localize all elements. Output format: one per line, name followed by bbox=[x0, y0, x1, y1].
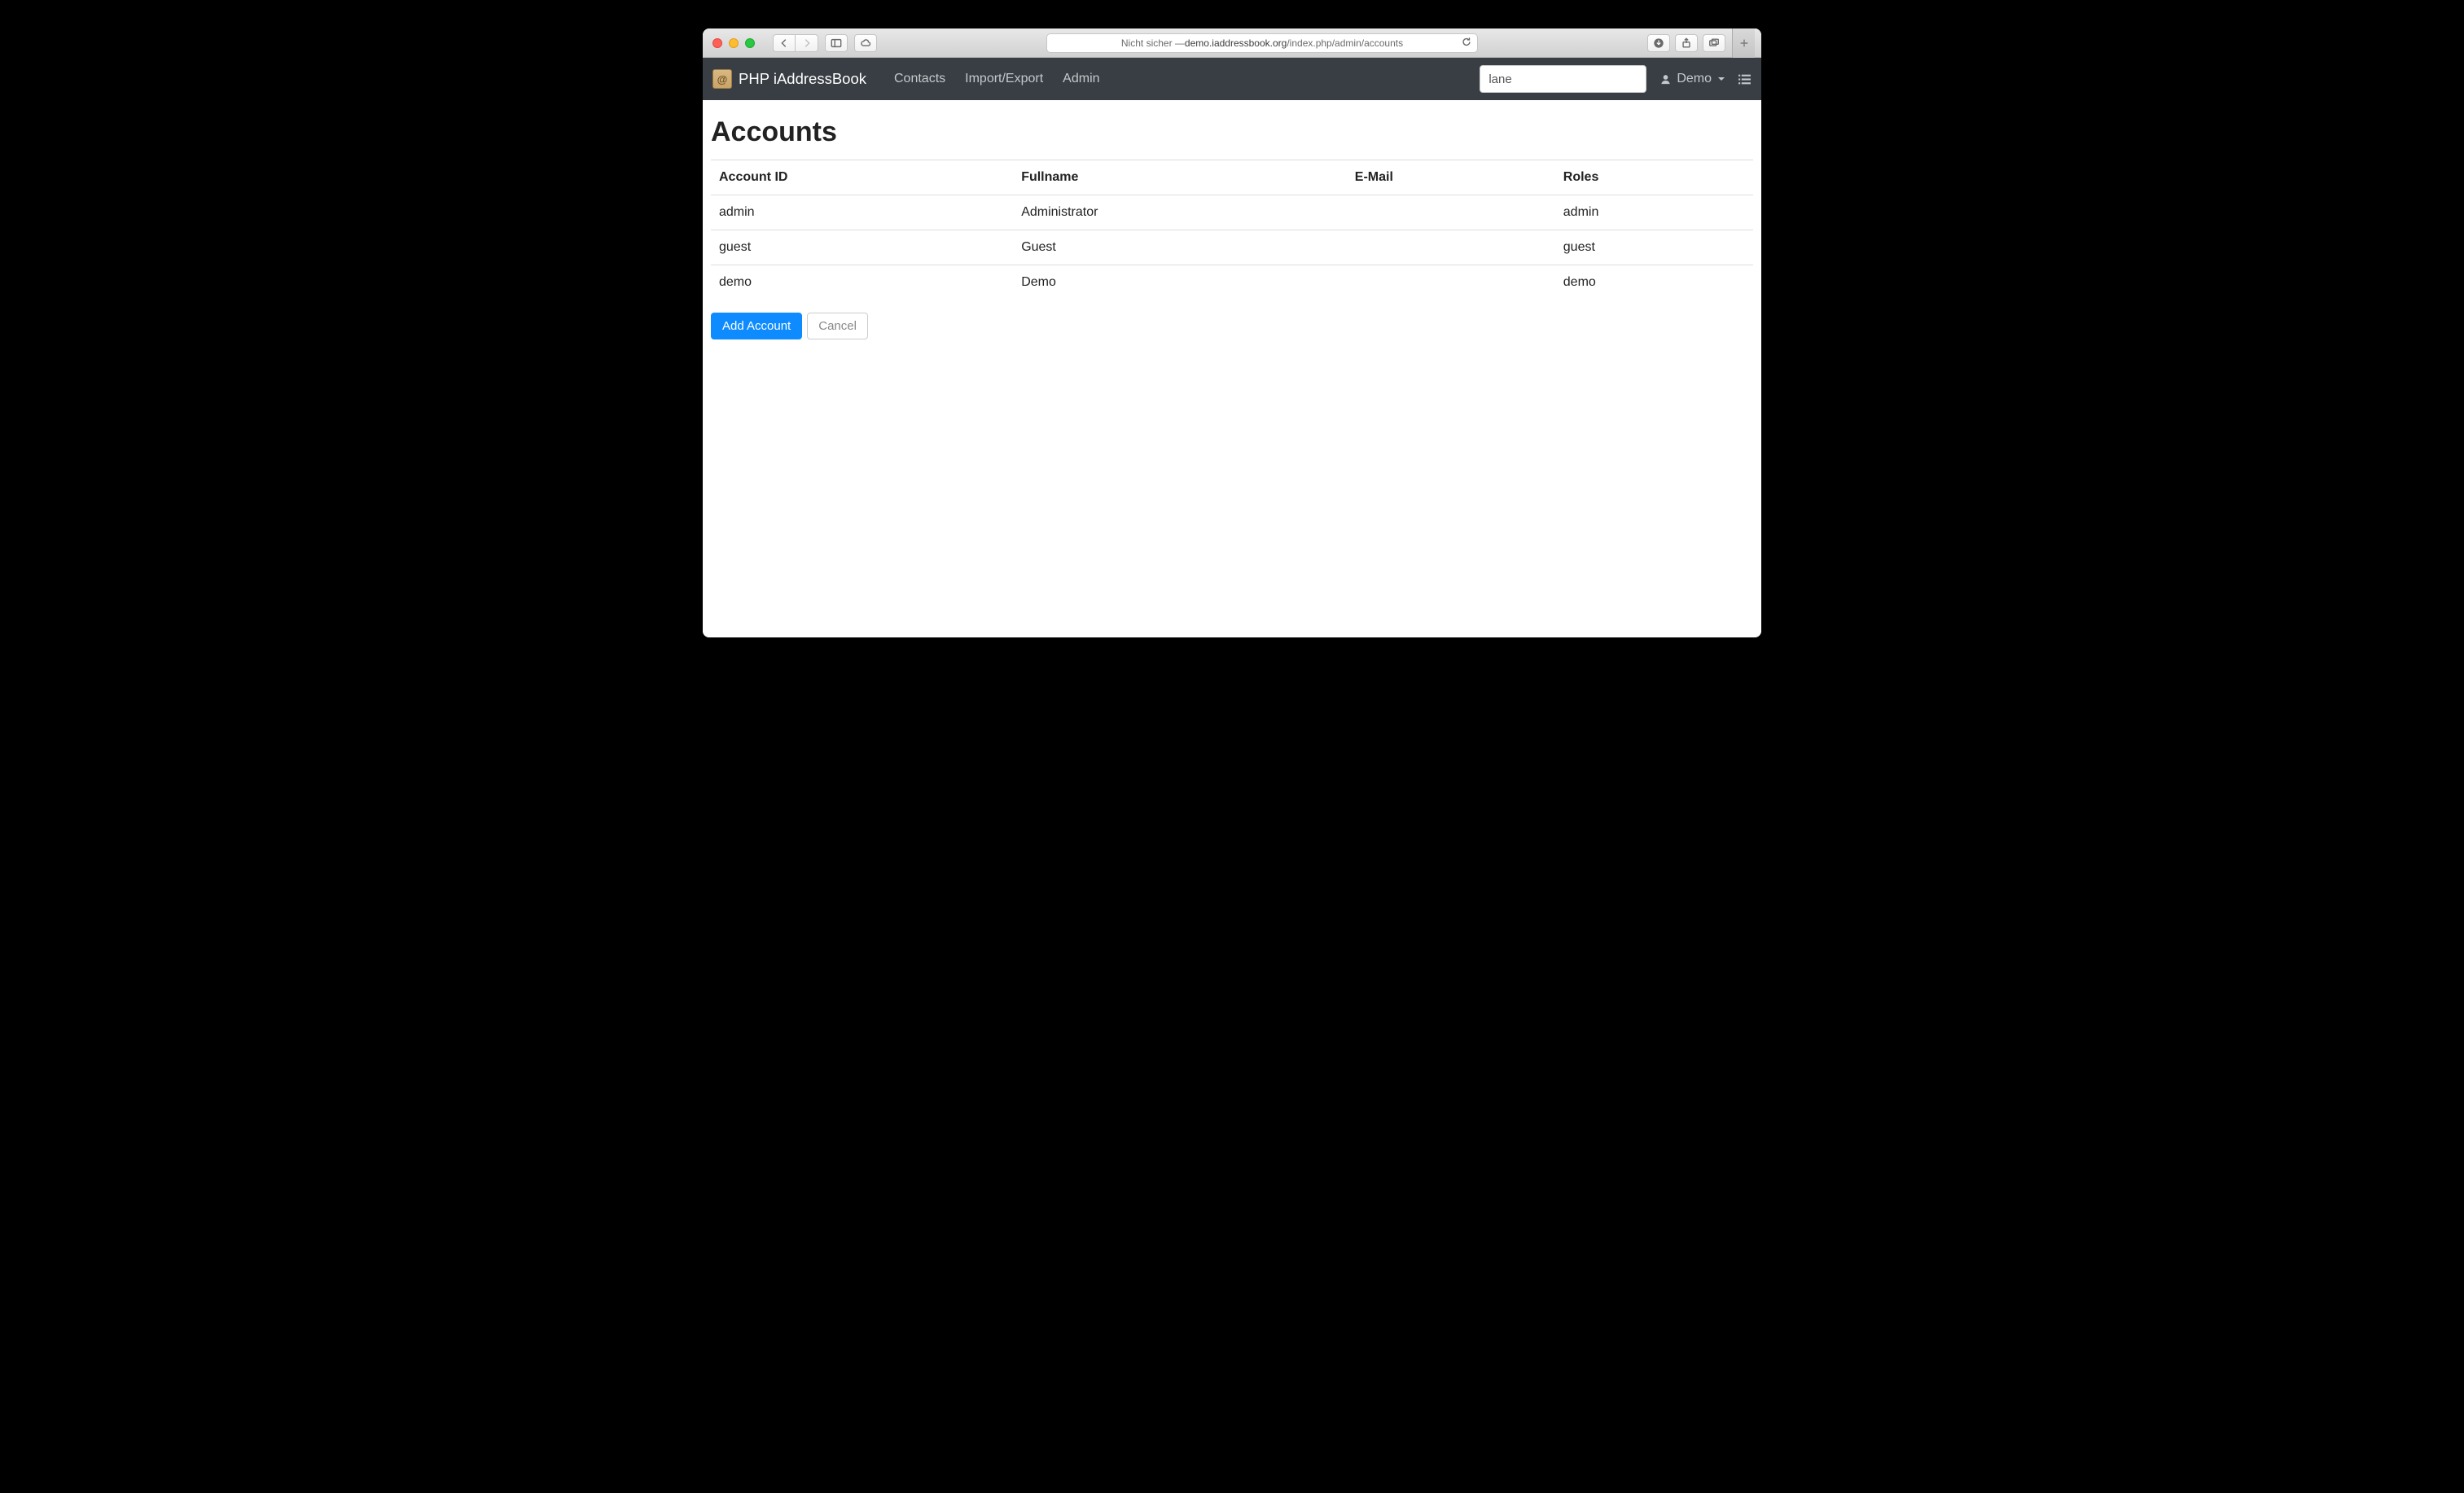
user-menu[interactable]: Demo bbox=[1659, 72, 1725, 86]
table-row[interactable]: admin Administrator admin bbox=[711, 195, 1753, 230]
sidebar-icon bbox=[831, 37, 842, 49]
col-header-email: E-Mail bbox=[1347, 160, 1555, 195]
download-icon bbox=[1653, 37, 1664, 49]
nav-link-import-export[interactable]: Import/Export bbox=[957, 65, 1051, 93]
reload-icon bbox=[1461, 36, 1472, 47]
address-bar[interactable]: Nicht sicher — demo.iaddressbook.org /in… bbox=[1046, 33, 1478, 53]
plus-icon bbox=[1738, 37, 1750, 49]
nav-link-contacts[interactable]: Contacts bbox=[886, 65, 954, 93]
window-zoom-button[interactable] bbox=[745, 38, 755, 48]
col-header-fullname: Fullname bbox=[1013, 160, 1347, 195]
table-row[interactable]: guest Guest guest bbox=[711, 230, 1753, 265]
chevron-right-icon bbox=[801, 37, 813, 49]
window-close-button[interactable] bbox=[712, 38, 722, 48]
page-title: Accounts bbox=[711, 116, 1753, 148]
address-prefix: Nicht sicher — bbox=[1121, 37, 1185, 49]
share-button[interactable] bbox=[1675, 34, 1698, 52]
user-icon bbox=[1659, 73, 1672, 85]
address-host: demo.iaddressbook.org bbox=[1185, 37, 1287, 49]
col-header-roles: Roles bbox=[1555, 160, 1753, 195]
cell-email bbox=[1347, 230, 1555, 265]
table-header-row: Account ID Fullname E-Mail Roles bbox=[711, 160, 1753, 195]
cloud-icon bbox=[860, 37, 871, 49]
cell-account-id: guest bbox=[711, 230, 1013, 265]
cell-account-id: demo bbox=[711, 265, 1013, 300]
new-tab-button[interactable] bbox=[1732, 28, 1755, 58]
show-tabs-button[interactable] bbox=[1703, 34, 1725, 52]
cell-roles: demo bbox=[1555, 265, 1753, 300]
browser-window: Nicht sicher — demo.iaddressbook.org /in… bbox=[703, 28, 1761, 637]
app-navbar: PHP iAddressBook Contacts Import/Export … bbox=[703, 58, 1761, 100]
cell-email bbox=[1347, 265, 1555, 300]
brand-logo-icon bbox=[712, 69, 732, 89]
chevron-left-icon bbox=[778, 37, 790, 49]
cell-roles: admin bbox=[1555, 195, 1753, 230]
list-view-button[interactable] bbox=[1738, 72, 1752, 86]
cell-roles: guest bbox=[1555, 230, 1753, 265]
nav-links: Contacts Import/Export Admin bbox=[886, 65, 1108, 93]
nav-link-admin[interactable]: Admin bbox=[1054, 65, 1107, 93]
col-header-account-id: Account ID bbox=[711, 160, 1013, 195]
window-minimize-button[interactable] bbox=[729, 38, 739, 48]
show-sidebar-button[interactable] bbox=[825, 34, 848, 52]
cell-fullname: Administrator bbox=[1013, 195, 1347, 230]
cell-account-id: admin bbox=[711, 195, 1013, 230]
downloads-button[interactable] bbox=[1647, 34, 1670, 52]
cell-email bbox=[1347, 195, 1555, 230]
cancel-button[interactable]: Cancel bbox=[807, 313, 868, 339]
button-row: Add Account Cancel bbox=[711, 313, 1753, 339]
icloud-tabs-button[interactable] bbox=[854, 34, 877, 52]
share-icon bbox=[1681, 37, 1692, 49]
cell-fullname: Demo bbox=[1013, 265, 1347, 300]
address-path: /index.php/admin/accounts bbox=[1287, 37, 1403, 49]
list-icon bbox=[1738, 72, 1752, 86]
toolbar-right bbox=[1647, 34, 1725, 52]
search-input[interactable] bbox=[1480, 65, 1646, 93]
reload-button[interactable] bbox=[1461, 36, 1472, 50]
titlebar: Nicht sicher — demo.iaddressbook.org /in… bbox=[703, 28, 1761, 58]
tabs-icon bbox=[1708, 37, 1720, 49]
user-label: Demo bbox=[1677, 72, 1712, 86]
nav-right: Demo bbox=[1480, 65, 1752, 93]
add-account-button[interactable]: Add Account bbox=[711, 313, 802, 339]
nav-back-button[interactable] bbox=[773, 34, 796, 52]
brand-title: PHP iAddressBook bbox=[739, 70, 866, 88]
window-traffic-lights bbox=[709, 38, 755, 48]
brand[interactable]: PHP iAddressBook bbox=[712, 69, 873, 89]
table-row[interactable]: demo Demo demo bbox=[711, 265, 1753, 300]
nav-back-forward-group bbox=[773, 34, 818, 52]
cell-fullname: Guest bbox=[1013, 230, 1347, 265]
content: Accounts Account ID Fullname E-Mail Role… bbox=[703, 100, 1761, 637]
caret-down-icon bbox=[1718, 77, 1725, 81]
nav-forward-button[interactable] bbox=[796, 34, 818, 52]
accounts-table: Account ID Fullname E-Mail Roles admin A… bbox=[711, 160, 1753, 300]
